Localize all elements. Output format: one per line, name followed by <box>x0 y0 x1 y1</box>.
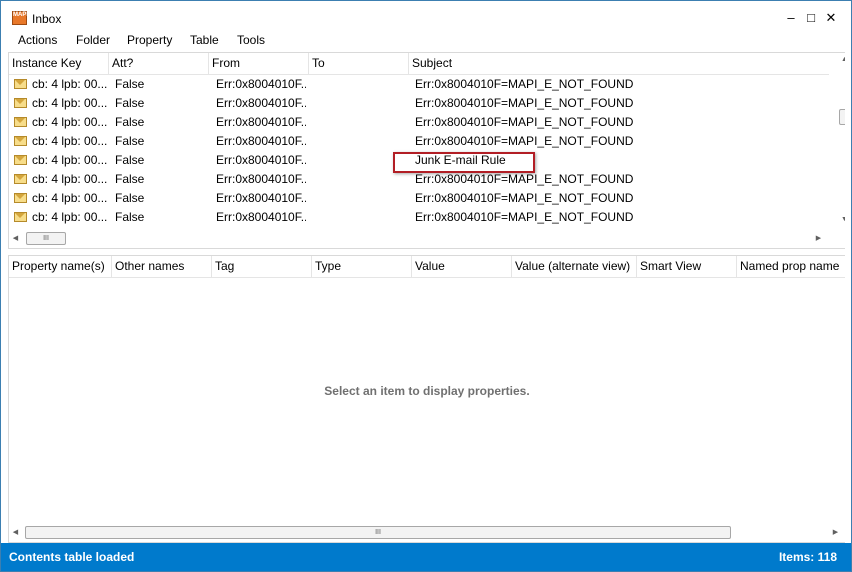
col-header-value-alternate[interactable]: Value (alternate view) <box>512 256 637 277</box>
close-button[interactable]: ✕ <box>823 10 839 26</box>
table-row[interactable]: cb: 4 lpb: 00... False Err:0x8004010F...… <box>9 132 829 151</box>
cell-from: Err:0x8004010F... <box>216 153 306 167</box>
properties-header-row: Property name(s) Other names Tag Type Va… <box>9 256 845 278</box>
cell-from: Err:0x8004010F... <box>216 191 306 205</box>
cell-from: Err:0x8004010F... <box>216 96 306 110</box>
envelope-icon <box>14 98 27 108</box>
cell-from: Err:0x8004010F... <box>216 210 306 224</box>
table-row[interactable]: cb: 4 lpb: 00... False Err:0x8004010F...… <box>9 94 829 113</box>
horizontal-scroll-thumb[interactable]: III <box>25 526 731 539</box>
col-header-type[interactable]: Type <box>312 256 412 277</box>
menu-bar: Actions Folder Property Table Tools <box>1 31 851 51</box>
contents-vertical-scrollbar[interactable]: ▲ ▼ <box>837 53 845 229</box>
cell-instance-key: cb: 4 lpb: 00... <box>32 153 107 167</box>
cell-instance-key: cb: 4 lpb: 00... <box>32 96 107 110</box>
col-header-instance-key[interactable]: Instance Key <box>9 53 109 74</box>
title-bar[interactable]: MAPI Inbox – □ ✕ <box>1 1 851 31</box>
cell-instance-key: cb: 4 lpb: 00... <box>32 191 107 205</box>
mfcmapi-icon: MAPI <box>12 11 28 25</box>
cell-subject: Err:0x8004010F=MAPI_E_NOT_FOUND <box>415 210 634 224</box>
cell-att: False <box>115 191 145 205</box>
cell-instance-key: cb: 4 lpb: 00... <box>32 134 107 148</box>
item-count: Items: 118 <box>778 550 837 564</box>
scroll-left-arrow-icon[interactable]: ◀ <box>8 528 23 536</box>
cell-att: False <box>115 153 145 167</box>
envelope-icon <box>14 212 27 222</box>
cell-instance-key: cb: 4 lpb: 00... <box>32 210 107 224</box>
table-row[interactable]: cb: 4 lpb: 00... False Err:0x8004010F...… <box>9 75 829 94</box>
col-header-att[interactable]: Att? <box>109 53 209 74</box>
envelope-icon <box>14 79 27 89</box>
cell-att: False <box>115 115 145 129</box>
col-header-other-names[interactable]: Other names <box>112 256 212 277</box>
menu-property[interactable]: Property <box>127 33 172 47</box>
horizontal-scroll-thumb[interactable]: III <box>26 232 66 245</box>
cell-from: Err:0x8004010F... <box>216 77 306 91</box>
properties-placeholder: Select an item to display properties. <box>324 384 530 398</box>
status-bar: Contents table loaded Items: 118 <box>1 543 851 571</box>
cell-instance-key: cb: 4 lpb: 00... <box>32 115 107 129</box>
scroll-left-arrow-icon[interactable]: ◀ <box>8 234 23 242</box>
col-header-to[interactable]: To <box>309 53 409 74</box>
cell-att: False <box>115 172 145 186</box>
col-header-subject[interactable]: Subject <box>409 53 829 74</box>
app-window: MAPI Inbox – □ ✕ Actions Folder Property… <box>0 0 852 572</box>
scroll-down-arrow-icon[interactable]: ▼ <box>837 216 845 223</box>
contents-table[interactable]: Instance Key Att? From To Subject cb: 4 … <box>8 52 845 249</box>
col-header-from[interactable]: From <box>209 53 309 74</box>
menu-tools[interactable]: Tools <box>237 33 265 47</box>
cell-from: Err:0x8004010F... <box>216 115 306 129</box>
cell-subject: Err:0x8004010F=MAPI_E_NOT_FOUND <box>415 191 634 205</box>
properties-pane[interactable]: Property name(s) Other names Tag Type Va… <box>8 255 845 543</box>
contents-horizontal-scrollbar[interactable]: ◀ III ▶ <box>8 231 828 247</box>
col-header-value[interactable]: Value <box>412 256 512 277</box>
cell-from: Err:0x8004010F... <box>216 134 306 148</box>
col-header-smart-view[interactable]: Smart View <box>637 256 737 277</box>
col-header-property-names[interactable]: Property name(s) <box>9 256 112 277</box>
envelope-icon <box>14 155 27 165</box>
envelope-icon <box>14 136 27 146</box>
scroll-right-arrow-icon[interactable]: ▶ <box>828 528 843 536</box>
menu-actions[interactable]: Actions <box>18 33 57 47</box>
cell-att: False <box>115 134 145 148</box>
window-title: Inbox <box>32 12 62 26</box>
cell-subject: Err:0x8004010F=MAPI_E_NOT_FOUND <box>415 115 634 129</box>
vertical-scroll-thumb[interactable] <box>839 109 845 125</box>
envelope-icon <box>14 117 27 127</box>
cell-att: False <box>115 210 145 224</box>
cell-instance-key: cb: 4 lpb: 00... <box>32 77 107 91</box>
status-message: Contents table loaded <box>9 550 135 564</box>
minimize-button[interactable]: – <box>783 10 799 26</box>
cell-subject: Err:0x8004010F=MAPI_E_NOT_FOUND <box>415 96 634 110</box>
scroll-up-arrow-icon[interactable]: ▲ <box>837 56 845 63</box>
properties-horizontal-scrollbar[interactable]: ◀ III ▶ <box>8 525 844 541</box>
cell-att: False <box>115 96 145 110</box>
envelope-icon <box>14 193 27 203</box>
cell-subject: Err:0x8004010F=MAPI_E_NOT_FOUND <box>415 134 634 148</box>
menu-folder[interactable]: Folder <box>76 33 110 47</box>
col-header-tag[interactable]: Tag <box>212 256 312 277</box>
table-row[interactable]: cb: 4 lpb: 00... False Err:0x8004010F...… <box>9 208 829 227</box>
highlight-box <box>393 152 535 173</box>
cell-subject: Err:0x8004010F=MAPI_E_NOT_FOUND <box>415 77 634 91</box>
menu-table[interactable]: Table <box>190 33 219 47</box>
maximize-button[interactable]: □ <box>803 10 819 26</box>
cell-att: False <box>115 77 145 91</box>
table-row[interactable]: cb: 4 lpb: 00... False Err:0x8004010F...… <box>9 189 829 208</box>
table-row[interactable]: cb: 4 lpb: 00... False Err:0x8004010F...… <box>9 113 829 132</box>
cell-instance-key: cb: 4 lpb: 00... <box>32 172 107 186</box>
cell-from: Err:0x8004010F... <box>216 172 306 186</box>
envelope-icon <box>14 174 27 184</box>
col-header-named-prop-name[interactable]: Named prop name <box>737 256 845 277</box>
contents-header-row: Instance Key Att? From To Subject <box>9 53 829 75</box>
scroll-right-arrow-icon[interactable]: ▶ <box>811 234 826 242</box>
